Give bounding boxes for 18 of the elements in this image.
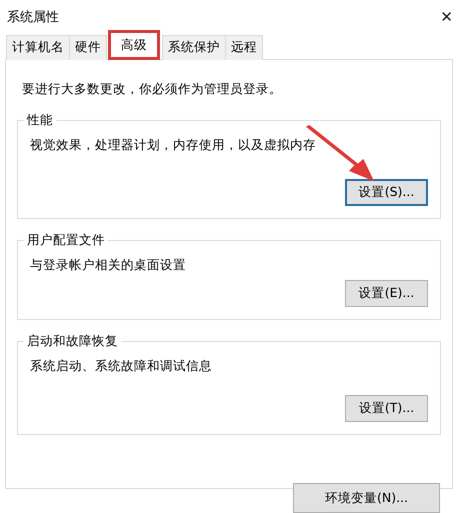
group-description: 系统启动、系统故障和调试信息 [30,358,213,375]
tab[interactable]: 硬件 [69,35,107,60]
settings-button[interactable]: 设置(T)... [345,395,428,422]
settings-button[interactable]: 设置(S)... [345,179,428,206]
window-title: 系统属性 [7,9,59,26]
tab[interactable]: 系统保护 [162,35,226,60]
group-title: 性能 [26,112,54,129]
group-description: 视觉效果，处理器计划，内存使用，以及虚拟内存 [30,137,317,154]
admin-notice: 要进行大多数更改，你必须作为管理员登录。 [22,81,283,98]
close-button[interactable]: ✕ [440,8,453,26]
tab[interactable]: 计算机名 [6,35,70,60]
tab[interactable]: 远程 [225,35,263,60]
tab[interactable]: 高级 [108,30,160,60]
settings-button[interactable]: 设置(E)... [345,280,428,307]
environment-variables-button[interactable]: 环境变量(N)... [293,483,440,513]
group-title: 用户配置文件 [26,232,106,249]
group-description: 与登录帐户相关的桌面设置 [30,257,187,274]
group-title: 启动和故障恢复 [26,333,119,350]
